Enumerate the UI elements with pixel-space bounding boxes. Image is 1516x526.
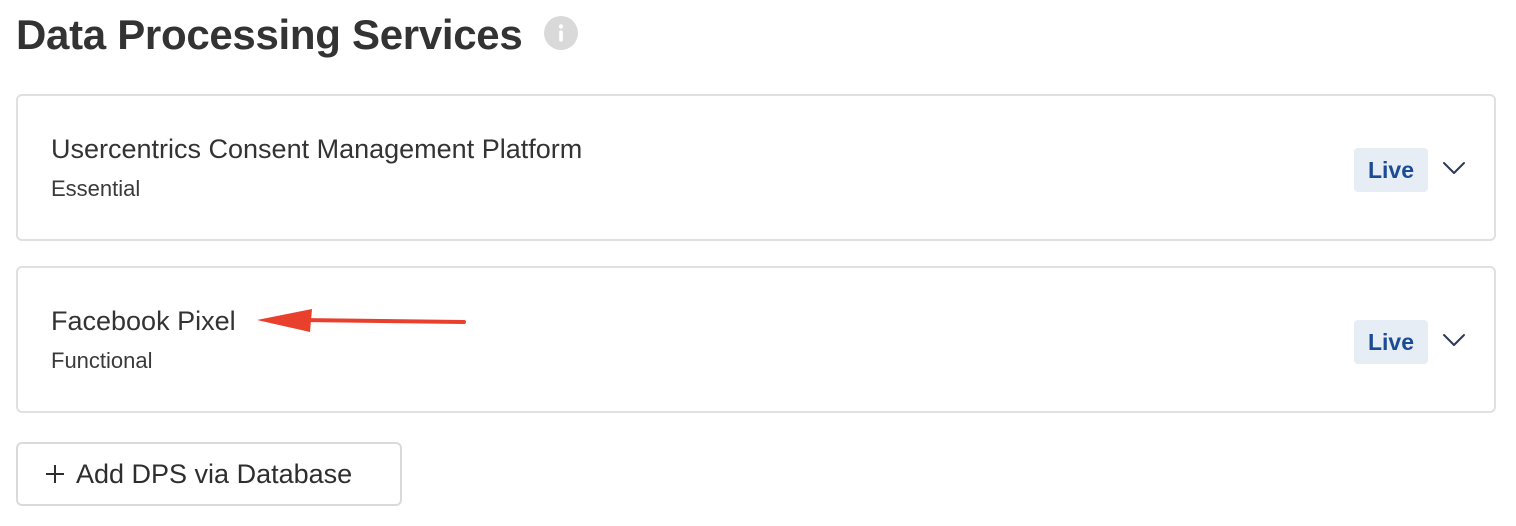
page: Data Processing Services Usercentrics Co… xyxy=(0,0,1516,526)
service-name: Usercentrics Consent Management Platform xyxy=(51,134,583,164)
chevron-down-icon[interactable] xyxy=(1442,328,1466,352)
status-badge: Live xyxy=(1354,320,1428,364)
status-badge: Live xyxy=(1354,148,1428,192)
service-category: Functional xyxy=(51,348,153,373)
chevron-down-icon[interactable] xyxy=(1442,156,1466,180)
info-icon[interactable] xyxy=(544,16,579,50)
service-card[interactable]: Usercentrics Consent Management Platform… xyxy=(16,94,1496,241)
service-name: Facebook Pixel xyxy=(51,306,236,336)
header: Data Processing Services xyxy=(16,8,579,62)
service-card[interactable]: Facebook Pixel Functional Live xyxy=(16,266,1496,413)
plus-icon xyxy=(46,465,64,483)
service-category: Essential xyxy=(51,176,141,201)
add-dps-button[interactable]: Add DPS via Database xyxy=(16,442,402,506)
page-title: Data Processing Services xyxy=(16,11,523,58)
add-dps-label: Add DPS via Database xyxy=(76,458,353,489)
